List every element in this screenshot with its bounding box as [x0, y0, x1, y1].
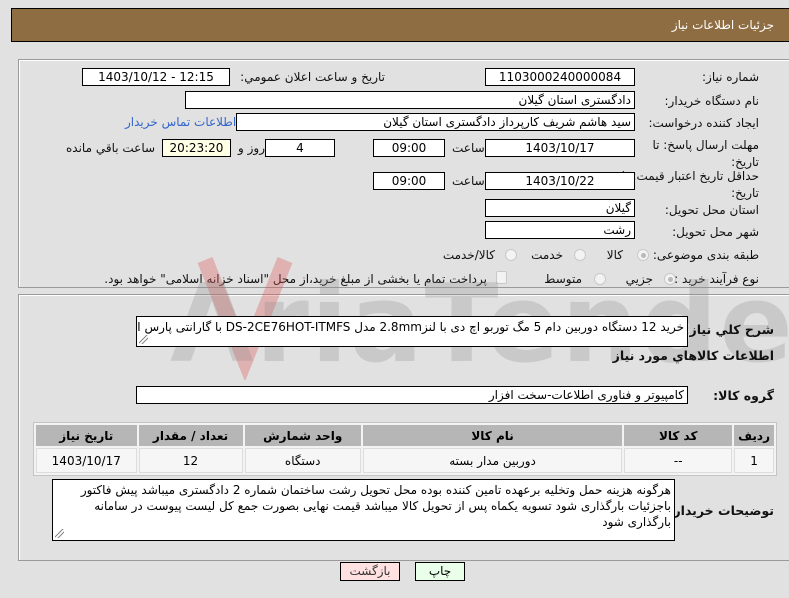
col-unit: واحد شمارش	[244, 425, 361, 446]
goods-group-label: گروه کالا:	[713, 388, 774, 403]
resize-grip-icon[interactable]	[139, 335, 148, 344]
need-number-field: 1103000240000084	[485, 68, 635, 86]
remaining-days-label: روز و	[238, 141, 265, 155]
remaining-time-field: 20:23:20	[162, 139, 231, 157]
category-radio-goods[interactable]	[637, 249, 649, 261]
price-validity-time-label: ساعت	[452, 174, 485, 188]
price-validity-label: حداقل تاریخ اعتبار قیمت: تا تاریخ:	[621, 169, 759, 200]
response-deadline-time-label: ساعت	[452, 141, 485, 155]
requester-field: سید هاشم شریف کارپرداز دادگستری استان گی…	[236, 113, 635, 131]
back-button[interactable]: بازگشت	[340, 562, 400, 581]
description-text: خرید 12 دستگاه دوربین دام 5 مگ توربو اچ …	[137, 320, 684, 334]
response-deadline-date-field: 1403/10/17	[485, 139, 635, 157]
buyer-contact-link[interactable]: اطلاعات تماس خریدار	[125, 115, 236, 129]
need-number-label: شماره نیاز:	[702, 70, 759, 84]
cell-unit: دستگاه	[244, 448, 361, 473]
delivery-province-field: گیلان	[485, 199, 635, 217]
table-row: 1 -- دوربین مدار بسته دستگاه 12 1403/10/…	[36, 448, 774, 473]
page-title: جزئیات اطلاعات نیاز	[671, 18, 774, 32]
purchase-type-radio-medium[interactable]	[594, 273, 606, 285]
category-label: طبقه بندی موضوعی:	[652, 248, 759, 262]
goods-group-field: کامپیوتر و فناوری اطلاعات-سخت افزار	[136, 386, 688, 404]
category-option-service: خدمت	[531, 248, 563, 262]
cell-item-name: دوربین مدار بسته	[362, 448, 623, 473]
price-validity-time-field: 09:00	[373, 172, 445, 190]
announce-datetime-label: تاریخ و ساعت اعلان عمومي:	[240, 70, 385, 84]
purchase-type-option-medium: متوسط	[544, 272, 582, 286]
description-textarea[interactable]: خرید 12 دستگاه دوربین دام 5 مگ توربو اچ …	[136, 316, 688, 347]
cell-need-date: 1403/10/17	[36, 448, 137, 473]
page-header: جزئیات اطلاعات نیاز	[11, 8, 789, 42]
requester-label: ایجاد کننده درخواست:	[648, 116, 759, 130]
response-deadline-time-field: 09:00	[373, 139, 445, 157]
cell-quantity: 12	[138, 448, 243, 473]
col-item-code: کد کالا	[624, 425, 733, 446]
purchase-type-radio-minor[interactable]	[664, 273, 676, 285]
buyer-org-field: دادگستری استان گیلان	[185, 91, 635, 109]
response-deadline-label: مهلت ارسال پاسخ: تا تاریخ:	[652, 138, 759, 169]
col-quantity: تعداد / مقدار	[138, 425, 243, 446]
buyer-notes-textarea[interactable]: هرگونه هزینه حمل وتخلیه برعهده تامین کنن…	[52, 479, 675, 541]
announce-datetime-field: 1403/10/12 - 12:15	[82, 68, 230, 86]
category-radio-goods-service[interactable]	[505, 249, 517, 261]
treasury-checkbox-label: پرداخت تمام یا بخشی از مبلغ خرید،از محل …	[104, 272, 487, 286]
buyer-notes-text: هرگونه هزینه حمل وتخلیه برعهده تامین کنن…	[80, 483, 671, 529]
col-item-name: نام کالا	[362, 425, 623, 446]
purchase-type-label: نوع فرآیند خرید :	[674, 272, 759, 286]
print-button[interactable]: چاپ	[415, 562, 465, 581]
cell-item-code: --	[624, 448, 733, 473]
category-radio-service[interactable]	[574, 249, 586, 261]
category-option-goods-service: کالا/خدمت	[442, 248, 495, 262]
col-need-date: تاریخ نیاز	[36, 425, 137, 446]
delivery-province-label: استان محل تحویل:	[664, 203, 759, 217]
delivery-city-field: رشت	[485, 221, 635, 239]
treasury-checkbox[interactable]	[496, 271, 507, 284]
remaining-time-label: ساعت باقي مانده	[66, 141, 156, 155]
purchase-type-option-minor: جزیي	[625, 272, 653, 286]
goods-table-header: ردیف کد کالا نام کالا واحد شمارش تعداد /…	[36, 425, 774, 446]
goods-section-title: اطلاعات کالاهاي مورد نیاز	[612, 348, 774, 363]
remaining-days-field: 4	[265, 139, 335, 157]
delivery-city-label: شهر محل تحویل:	[672, 225, 759, 239]
category-option-goods: کالا	[606, 248, 623, 262]
resize-grip-icon[interactable]	[55, 529, 64, 538]
buyer-org-label: نام دستگاه خریدار:	[664, 94, 760, 108]
goods-table: ردیف کد کالا نام کالا واحد شمارش تعداد /…	[33, 422, 777, 476]
cell-row-number: 1	[734, 448, 774, 473]
buyer-notes-label: توضیحات خریدار:	[668, 503, 774, 518]
col-row-number: ردیف	[734, 425, 774, 446]
description-label: شرح کلي نیاز:	[684, 322, 774, 337]
price-validity-date-field: 1403/10/22	[485, 172, 635, 190]
